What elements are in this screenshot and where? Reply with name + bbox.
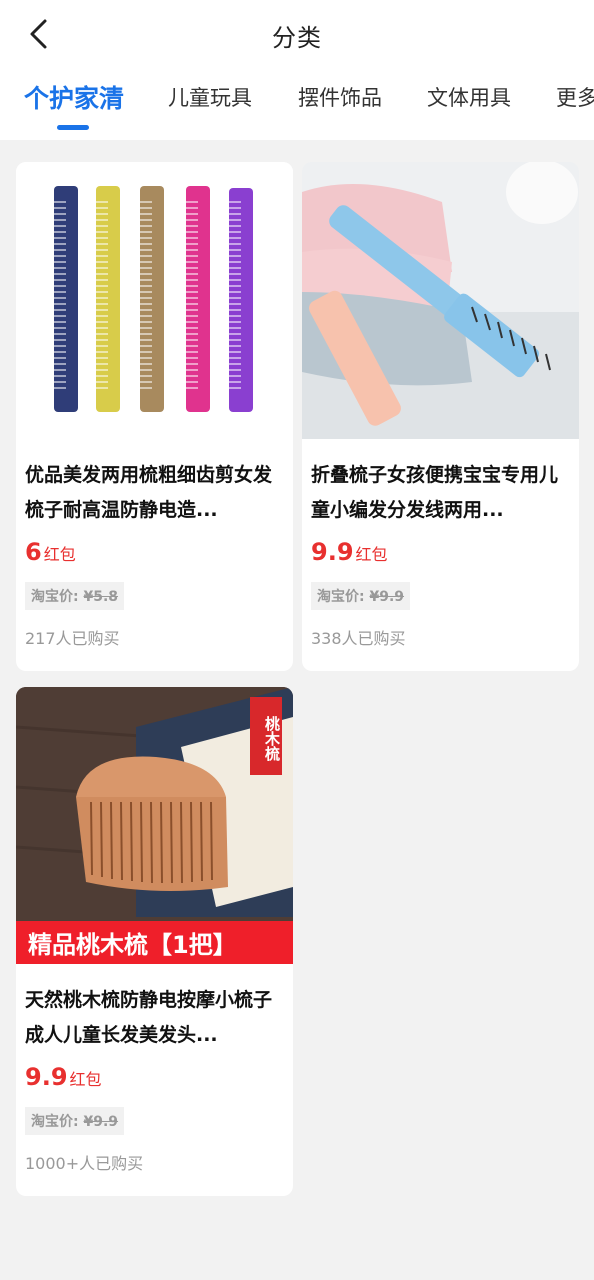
page-title: 分类	[272, 24, 322, 52]
price-unit: 红包	[43, 545, 76, 564]
top-bar: 分类 个护家清 儿童玩具 摆件饰品 文体用具 更多	[0, 0, 594, 140]
tab-kids-toys[interactable]: 儿童玩具	[168, 82, 252, 112]
tab-personal-care[interactable]: 个护家清	[24, 82, 124, 115]
price-row: 9.9 红包	[25, 1063, 102, 1091]
product-price: 9.9	[311, 538, 354, 566]
taobao-price-label: 淘宝价:	[317, 589, 365, 605]
product-card[interactable]: 桃木梳 精品桃木梳【1把】 天然桃木梳防静电按摩小梳子成人儿童长发美发头... …	[16, 687, 293, 1196]
taobao-price-value: ¥9.9	[369, 589, 405, 605]
tab-decor[interactable]: 摆件饰品	[298, 82, 382, 112]
product-price: 9.9	[25, 1063, 68, 1091]
product-image: 桃木梳 精品桃木梳【1把】	[16, 687, 293, 964]
price-row: 9.9 红包	[311, 538, 388, 566]
product-title[interactable]: 折叠梳子女孩便携宝宝专用儿童小编发分发线两用...	[311, 458, 569, 528]
sold-count: 217人已购买	[25, 629, 120, 648]
tab-more[interactable]: 更多	[556, 82, 594, 112]
taobao-price-value: ¥5.8	[83, 589, 119, 605]
taobao-price: 淘宝价: ¥9.9	[311, 582, 411, 610]
product-image	[16, 162, 293, 439]
product-title[interactable]: 优品美发两用梳粗细齿剪女发梳子耐高温防静电造...	[25, 458, 283, 528]
product-price: 6	[25, 538, 42, 566]
product-card[interactable]: 折叠梳子女孩便携宝宝专用儿童小编发分发线两用... 9.9 红包 淘宝价: ¥9…	[302, 162, 579, 671]
product-image	[302, 162, 579, 439]
taobao-price: 淘宝价: ¥5.8	[25, 582, 125, 610]
active-tab-indicator	[57, 125, 89, 130]
seal-badge: 桃木梳	[250, 697, 282, 775]
category-tabs: 个护家清 儿童玩具 摆件饰品 文体用具 更多	[0, 82, 594, 132]
price-unit: 红包	[355, 545, 388, 564]
taobao-price-label: 淘宝价:	[31, 1114, 79, 1130]
taobao-price-value: ¥9.9	[83, 1114, 119, 1130]
sold-count: 338人已购买	[311, 629, 406, 648]
promo-banner: 精品桃木梳【1把】	[16, 921, 293, 964]
product-title[interactable]: 天然桃木梳防静电按摩小梳子成人儿童长发美发头...	[25, 983, 283, 1053]
taobao-price: 淘宝价: ¥9.9	[25, 1107, 125, 1135]
taobao-price-label: 淘宝价:	[31, 589, 79, 605]
product-card[interactable]: 优品美发两用梳粗细齿剪女发梳子耐高温防静电造... 6 红包 淘宝价: ¥5.8…	[16, 162, 293, 671]
price-row: 6 红包	[25, 538, 76, 566]
tab-stationery[interactable]: 文体用具	[427, 82, 511, 112]
price-unit: 红包	[69, 1070, 102, 1089]
sold-count: 1000+人已购买	[25, 1154, 144, 1173]
